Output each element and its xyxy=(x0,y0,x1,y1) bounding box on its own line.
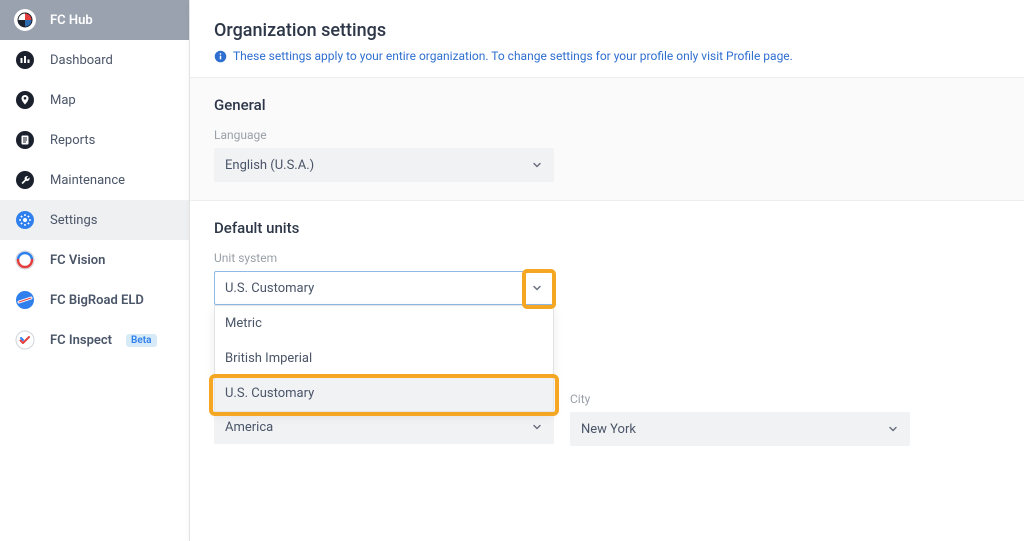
sidebar-item-reports[interactable]: Reports xyxy=(0,120,189,160)
sidebar-item-label: Reports xyxy=(50,133,95,148)
beta-badge: Beta xyxy=(126,334,156,347)
page-header: Organization settings These settings app… xyxy=(190,0,1024,78)
page-title: Organization settings xyxy=(214,20,1000,41)
sidebar-item-brand[interactable]: FC Hub xyxy=(0,0,189,40)
sidebar-item-dashboard[interactable]: Dashboard xyxy=(0,40,189,80)
field-label-city: City xyxy=(570,392,910,406)
option-metric[interactable]: Metric xyxy=(215,306,553,341)
brand-label: FC Hub xyxy=(50,13,93,28)
chevron-down-icon xyxy=(887,423,899,435)
sidebar-item-label: Maintenance xyxy=(50,173,125,188)
chevron-down-icon xyxy=(531,159,543,171)
info-icon xyxy=(214,50,227,63)
sidebar-item-bigroad[interactable]: FC BigRoad ELD xyxy=(0,280,189,320)
wrench-icon xyxy=(14,169,36,191)
sidebar-item-map[interactable]: Map xyxy=(0,80,189,120)
language-value: English (U.S.A.) xyxy=(225,158,314,173)
sidebar-item-maintenance[interactable]: Maintenance xyxy=(0,160,189,200)
section-general: General Language English (U.S.A.) xyxy=(190,78,1024,201)
sidebar-item-label: Settings xyxy=(50,213,97,228)
main-content: Organization settings These settings app… xyxy=(190,0,1024,541)
unit-system-value: U.S. Customary xyxy=(225,281,314,296)
region-select[interactable]: America xyxy=(214,410,554,444)
language-select[interactable]: English (U.S.A.) xyxy=(214,148,554,182)
sidebar-item-settings[interactable]: Settings xyxy=(0,200,189,240)
sidebar-item-label: FC Vision xyxy=(50,253,105,268)
brand-logo-icon xyxy=(14,9,36,31)
unit-system-dropdown: Metric British Imperial U.S. Customary xyxy=(214,305,554,412)
gear-icon xyxy=(14,209,36,231)
city-select[interactable]: New York xyxy=(570,412,910,446)
sidebar: FC Hub Dashboard Map Reports Maintenance xyxy=(0,0,190,541)
option-british[interactable]: British Imperial xyxy=(215,341,553,376)
dashboard-icon xyxy=(14,49,36,71)
bigroad-icon xyxy=(14,289,36,311)
sidebar-item-label: FC BigRoad ELD xyxy=(50,293,144,308)
option-us-customary[interactable]: U.S. Customary xyxy=(215,376,553,411)
chevron-down-icon xyxy=(531,282,543,294)
section-title: General xyxy=(214,96,1000,114)
chevron-down-icon xyxy=(531,421,543,433)
field-label-language: Language xyxy=(214,128,554,142)
reports-icon xyxy=(14,129,36,151)
sidebar-item-label: FC Inspect xyxy=(50,333,112,348)
section-title: Default units xyxy=(214,219,1000,237)
sidebar-item-vision[interactable]: FC Vision xyxy=(0,240,189,280)
field-label-unit-system: Unit system xyxy=(214,251,554,265)
region-value: America xyxy=(225,420,273,435)
info-banner: These settings apply to your entire orga… xyxy=(214,49,1000,63)
city-value: New York xyxy=(581,422,636,437)
info-text: These settings apply to your entire orga… xyxy=(233,49,793,63)
section-units: Default units Unit system U.S. Customary… xyxy=(190,201,1024,464)
sidebar-item-inspect[interactable]: FC Inspect Beta xyxy=(0,320,189,360)
unit-system-select[interactable]: U.S. Customary xyxy=(214,271,554,305)
inspect-icon xyxy=(14,329,36,351)
map-pin-icon xyxy=(14,89,36,111)
sidebar-item-label: Dashboard xyxy=(50,53,113,68)
sidebar-item-label: Map xyxy=(50,93,76,108)
vision-icon xyxy=(14,249,36,271)
